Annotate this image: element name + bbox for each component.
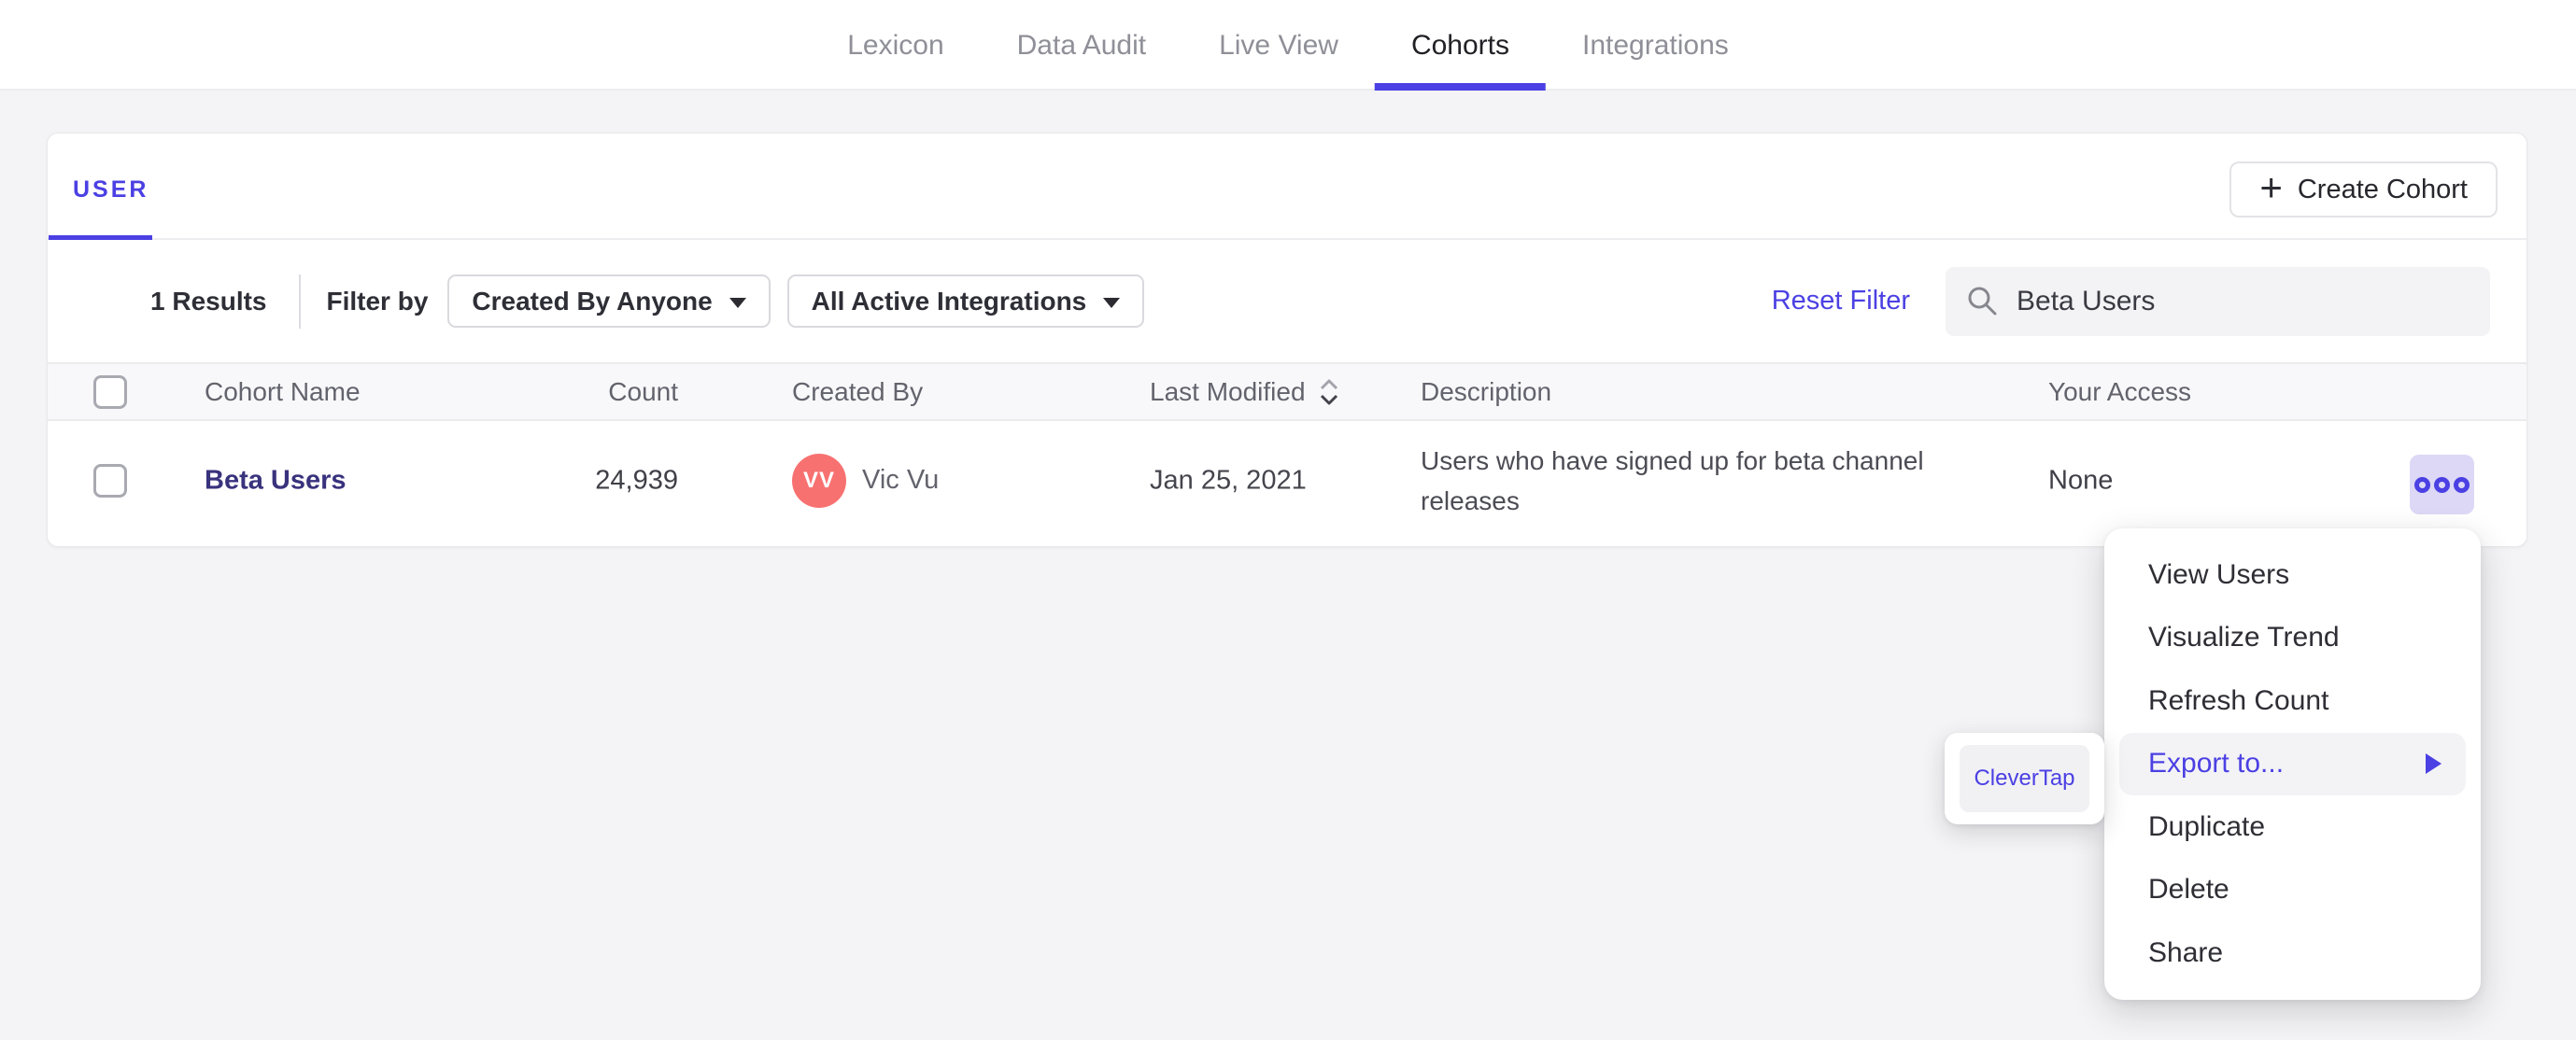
menu-item-delete[interactable]: Delete: [2104, 859, 2481, 922]
cohorts-panel: USER + Create Cohort 1 Results Filter by…: [47, 133, 2527, 547]
panel-tab-user[interactable]: USER: [73, 176, 149, 204]
column-count: Count: [608, 376, 678, 406]
chevron-down-icon: [1103, 297, 1121, 308]
tab-data-audit[interactable]: Data Audit: [1017, 0, 1146, 91]
cohort-count: 24,939: [595, 465, 678, 495]
menu-item-visualize-trend[interactable]: Visualize Trend: [2104, 607, 2481, 670]
avatar: VV: [792, 453, 846, 508]
top-navigation-bar: Lexicon Data Audit Live View Cohorts Int…: [0, 0, 2576, 91]
divider: [298, 274, 301, 329]
filter-bar: 1 Results Filter by Created By Anyone Al…: [48, 240, 2526, 362]
table-header: Cohort Name Count Created By Last Modifi…: [48, 362, 2526, 421]
main-nav: Lexicon Data Audit Live View Cohorts Int…: [847, 0, 1729, 91]
created-by-cell: VV Vic Vu: [792, 453, 940, 508]
created-by-dropdown[interactable]: Created By Anyone: [447, 274, 771, 328]
sort-icon: [1320, 379, 1338, 404]
integrations-dropdown[interactable]: All Active Integrations: [786, 274, 1145, 328]
column-last-modified-label: Last Modified: [1150, 376, 1306, 406]
row-checkbox[interactable]: [93, 463, 127, 498]
your-access-value: None: [2048, 465, 2114, 495]
select-all-checkbox-cell: [93, 374, 127, 409]
panel-tab-bar: USER + Create Cohort: [48, 134, 2526, 240]
chevron-down-icon: [729, 297, 746, 308]
row-actions-menu: View Users Visualize Trend Refresh Count…: [2104, 528, 2481, 1000]
reset-filter-link[interactable]: Reset Filter: [1772, 286, 1910, 316]
results-count: 1 Results: [150, 286, 267, 316]
ellipsis-icon: [2414, 476, 2430, 493]
create-cohort-button[interactable]: + Create Cohort: [2229, 162, 2498, 218]
search-input[interactable]: [2017, 285, 2470, 317]
table-row: Beta Users 24,939 VV Vic Vu Jan 25, 2021…: [48, 421, 2526, 540]
ellipsis-icon: [2434, 476, 2450, 493]
cohort-description: Users who have signed up for beta channe…: [1421, 445, 1924, 515]
ellipsis-icon: [2454, 476, 2470, 493]
cohort-name-link[interactable]: Beta Users: [205, 465, 347, 496]
submenu-item-clevertap[interactable]: CleverTap: [1960, 745, 2089, 812]
tab-lexicon[interactable]: Lexicon: [847, 0, 943, 91]
integrations-dropdown-label: All Active Integrations: [811, 286, 1087, 316]
search-box: [1946, 266, 2490, 336]
last-modified-date: Jan 25, 2021: [1150, 465, 1307, 495]
export-submenu: CleverTap: [1945, 733, 2104, 824]
menu-item-export-to-label: Export to...: [2148, 748, 2285, 780]
created-by-name: Vic Vu: [862, 465, 940, 495]
column-created-by: Created By: [792, 376, 924, 406]
tab-live-view[interactable]: Live View: [1219, 0, 1338, 91]
column-cohort-name: Cohort Name: [205, 376, 361, 406]
select-all-checkbox[interactable]: [93, 374, 127, 409]
column-description: Description: [1421, 376, 1552, 406]
column-last-modified[interactable]: Last Modified: [1150, 376, 1341, 408]
menu-item-refresh-count[interactable]: Refresh Count: [2104, 669, 2481, 733]
create-cohort-label: Create Cohort: [2297, 174, 2468, 204]
menu-item-share[interactable]: Share: [2104, 921, 2481, 985]
created-by-dropdown-label: Created By Anyone: [472, 286, 713, 316]
row-checkbox-cell: [93, 463, 127, 498]
row-more-actions-button[interactable]: [2410, 455, 2474, 514]
menu-item-export-to[interactable]: Export to...: [2119, 732, 2466, 795]
plus-icon: +: [2259, 165, 2283, 209]
filter-by-label: Filter by: [326, 286, 429, 316]
tab-integrations[interactable]: Integrations: [1582, 0, 1729, 91]
tab-cohorts[interactable]: Cohorts: [1411, 0, 1509, 91]
menu-item-duplicate[interactable]: Duplicate: [2104, 795, 2481, 859]
column-your-access: Your Access: [2048, 376, 2192, 406]
search-icon: [1968, 287, 1997, 315]
menu-item-view-users[interactable]: View Users: [2104, 543, 2481, 607]
submenu-arrow-icon: [2426, 753, 2442, 775]
